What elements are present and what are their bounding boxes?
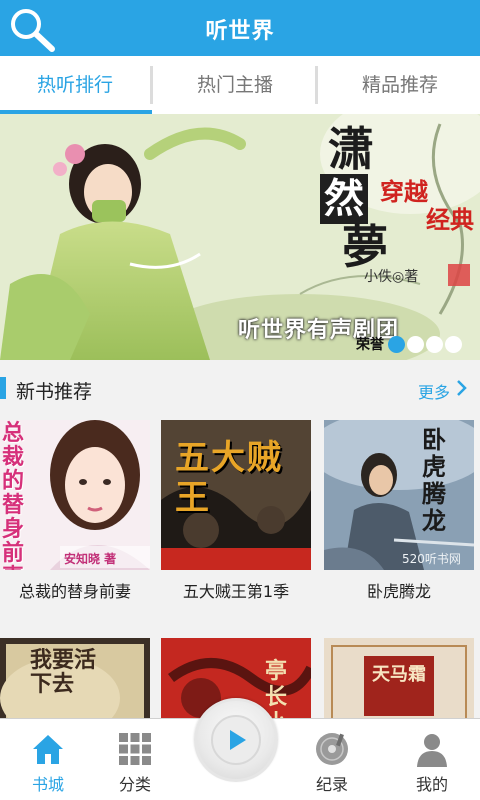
- grid-icon: [119, 733, 151, 765]
- more-link[interactable]: 更多: [418, 379, 450, 403]
- nav-label: 我的: [415, 775, 448, 794]
- book-cover[interactable]: 卧虎腾龙 520听书网: [324, 420, 474, 570]
- app-root: 听世界 热听排行 热门主播 精品推荐 潇 然 夢 穿越 经典 小佚◎著 听世界有…: [0, 0, 480, 800]
- tab-divider: [315, 66, 318, 104]
- nav-label: 分类: [118, 775, 151, 794]
- tab-bar: 热听排行 热门主播 精品推荐: [0, 56, 480, 114]
- book-cover-title: 五大贼王: [175, 438, 283, 518]
- book-cover-site: 520听书网: [402, 552, 461, 566]
- play-button[interactable]: [194, 698, 278, 782]
- play-icon: [230, 730, 246, 750]
- carousel-dot[interactable]: [445, 336, 462, 353]
- book-cover-title: 我要活下去: [30, 647, 97, 697]
- banner-title-char: 潇: [328, 122, 374, 176]
- book-cover[interactable]: 总裁的替身前妻 安知晓 著: [0, 420, 150, 570]
- section-title: 新书推荐: [16, 381, 93, 403]
- book-cover-title: 天马霜: [372, 664, 426, 685]
- nav-mine[interactable]: 我的: [384, 719, 480, 800]
- banner-author: 小佚◎著: [364, 269, 419, 285]
- nav-records[interactable]: 纪录: [284, 719, 380, 800]
- app-title: 听世界: [205, 19, 275, 44]
- nav-label: 纪录: [315, 775, 348, 794]
- banner-tag: 穿越: [380, 178, 428, 206]
- carousel-indicator: [388, 336, 464, 354]
- carousel-dot[interactable]: [388, 336, 405, 353]
- tab-hot-ranking[interactable]: 热听排行: [0, 56, 150, 114]
- chevron-right-icon[interactable]: [454, 378, 470, 398]
- top-bar: 听世界: [0, 0, 480, 56]
- record-disc-icon: [316, 733, 348, 765]
- book-cover[interactable]: 五大贼王: [161, 420, 311, 570]
- carousel-dot[interactable]: [407, 336, 424, 353]
- play-button-inner: [211, 715, 261, 765]
- section-accent-bar: [0, 377, 6, 399]
- new-books-section-header: 新书推荐 更多: [0, 360, 480, 416]
- book-cover-author: 安知晓 著: [64, 552, 117, 566]
- banner-title-char: 夢: [342, 220, 388, 274]
- user-icon: [417, 734, 447, 767]
- book-cover-title: 总裁的替身前妻: [2, 421, 25, 571]
- tab-divider: [150, 66, 153, 104]
- banner-title-char: 然: [320, 174, 368, 224]
- banner-tag: 经典: [426, 206, 474, 234]
- home-icon: [33, 735, 63, 764]
- banner-carousel[interactable]: 潇 然 夢 穿越 经典 小佚◎著 听世界有声剧团 荣誉: [0, 114, 480, 360]
- banner-badge: 荣誉: [356, 337, 384, 353]
- nav-label: 书城: [31, 775, 64, 794]
- book-title[interactable]: 卧虎腾龙: [324, 578, 474, 602]
- book-title[interactable]: 总裁的替身前妻: [0, 578, 150, 602]
- tab-hot-hosts[interactable]: 热门主播: [160, 56, 310, 114]
- tab-recommended[interactable]: 精品推荐: [320, 56, 480, 114]
- nav-category[interactable]: 分类: [87, 719, 183, 800]
- book-title[interactable]: 五大贼王第1季: [161, 578, 311, 602]
- book-cover-title: 卧虎腾龙: [422, 425, 446, 535]
- carousel-dot[interactable]: [426, 336, 443, 353]
- nav-bookstore[interactable]: 书城: [0, 719, 96, 800]
